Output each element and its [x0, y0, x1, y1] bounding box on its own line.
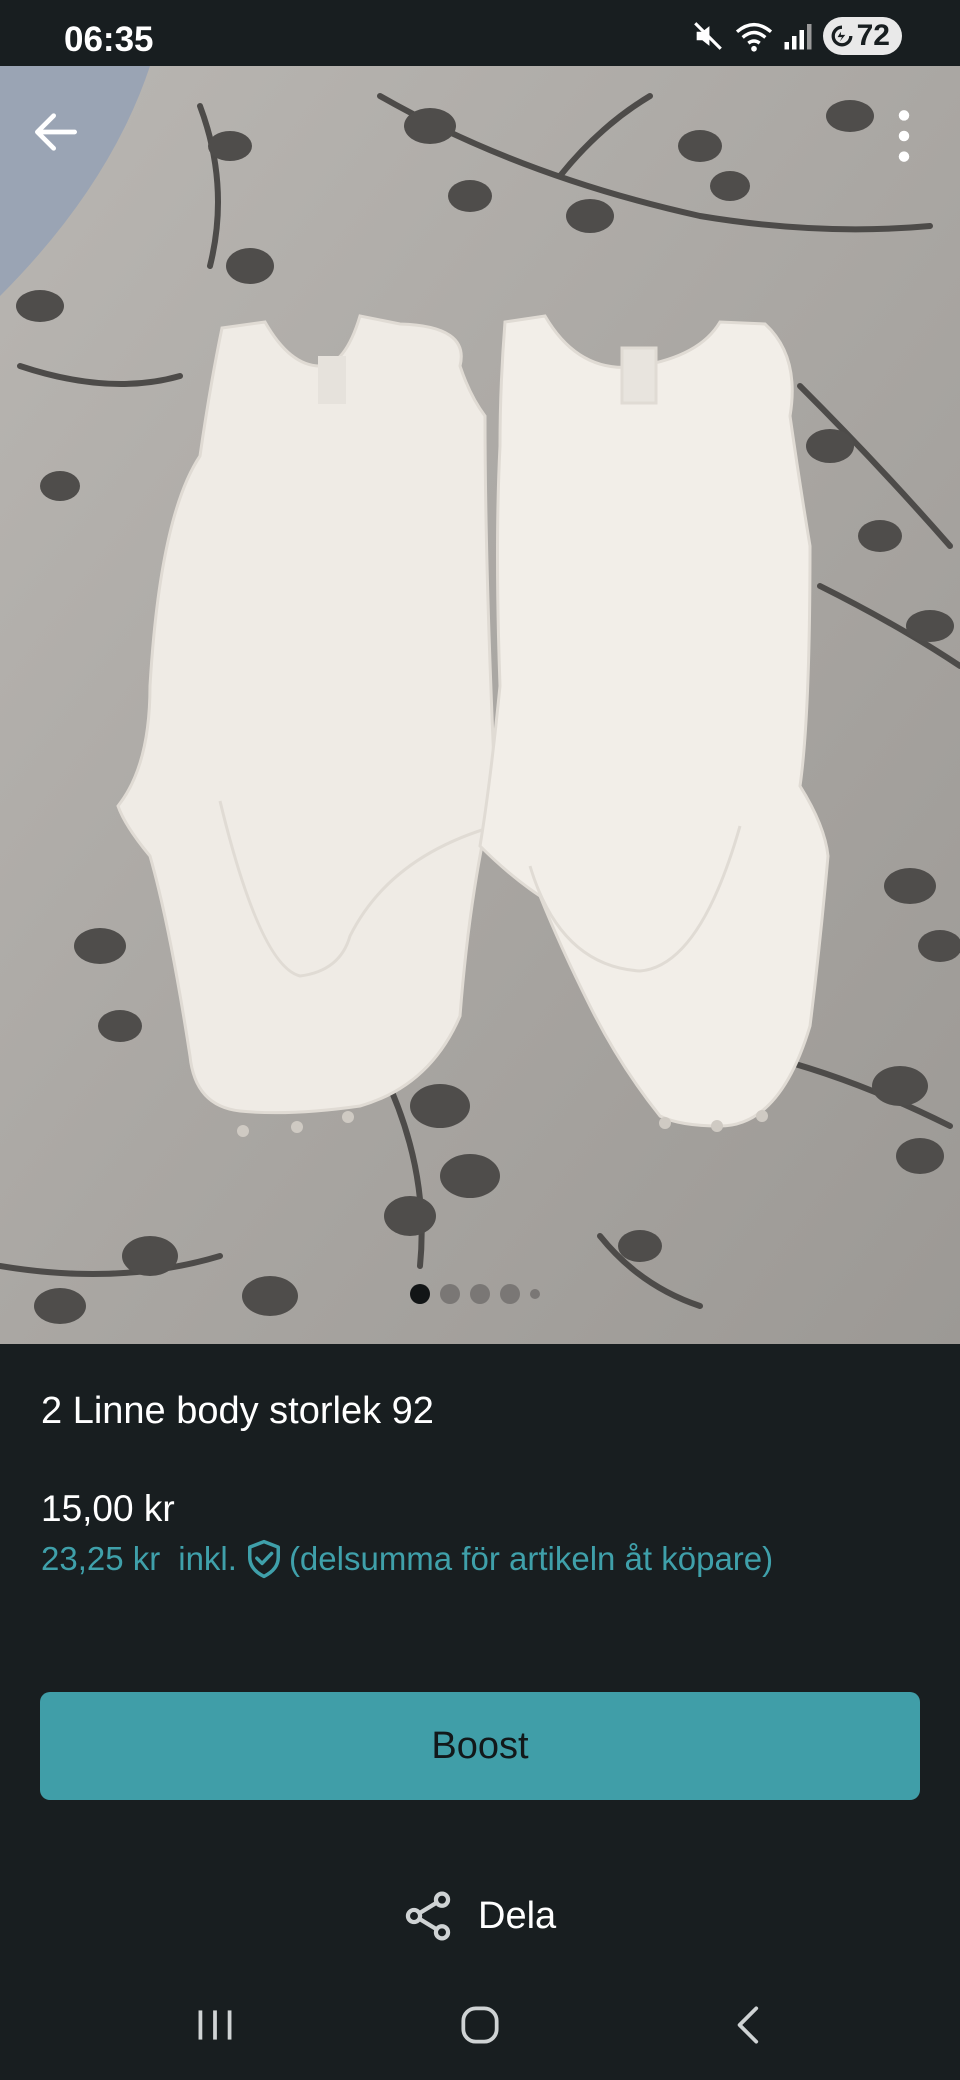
boost-button[interactable]: Boost — [40, 1692, 920, 1800]
price-incl-amount: 23,25 kr — [41, 1540, 161, 1577]
battery-indicator: 72 — [822, 17, 902, 55]
back-arrow-icon[interactable] — [28, 104, 84, 160]
share-label: Dela — [478, 1894, 557, 1937]
battery-saver-icon — [831, 25, 853, 47]
carousel-dot[interactable] — [410, 1284, 430, 1304]
nav-back-icon[interactable] — [725, 2000, 775, 2050]
signal-icon — [784, 24, 812, 50]
status-bar: 06:35 72 — [0, 0, 960, 66]
product-image — [0, 66, 960, 1344]
carousel-dot[interactable] — [530, 1289, 540, 1299]
more-vert-icon[interactable] — [876, 104, 932, 168]
carousel-dot[interactable] — [440, 1284, 460, 1304]
wifi-icon — [735, 22, 772, 52]
shield-check-icon — [247, 1539, 280, 1579]
price-incl-note: (delsumma för artikeln åt köpare) — [288, 1540, 774, 1577]
share-button[interactable]: Dela — [400, 1888, 556, 1944]
share-icon — [405, 1891, 451, 1941]
carousel-dot[interactable] — [500, 1284, 520, 1304]
status-icons: 72 — [691, 16, 902, 56]
product-price: 15,00 kr — [41, 1488, 175, 1529]
home-icon[interactable] — [455, 2000, 505, 2050]
carousel-dot[interactable] — [470, 1284, 490, 1304]
recents-icon[interactable] — [190, 2000, 240, 2050]
product-title: 2 Linne body storlek 92 — [41, 1390, 434, 1432]
battery-level: 72 — [856, 19, 890, 52]
navigation-bar — [0, 1980, 960, 2080]
price-incl-label: inkl. — [178, 1540, 237, 1577]
status-time: 06:35 — [64, 20, 154, 59]
product-photo[interactable] — [0, 66, 960, 1344]
mute-icon — [693, 22, 722, 50]
carousel-indicator — [410, 1284, 540, 1304]
buyer-protection-price[interactable]: 23,25 kr inkl. (delsumma för artikeln åt… — [41, 1538, 773, 1580]
